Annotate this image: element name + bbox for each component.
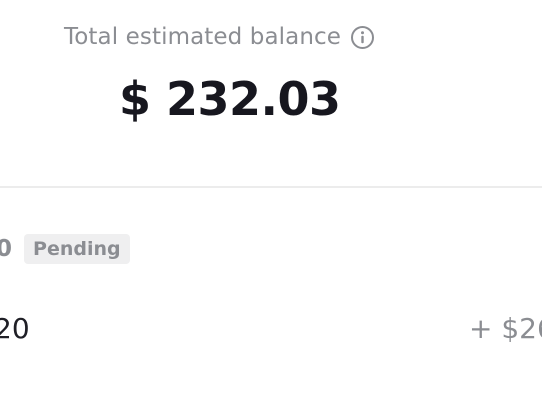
balance-label: Total estimated balance — [64, 24, 341, 50]
balance-amount: $ 232.03 — [119, 72, 341, 126]
divider — [0, 186, 542, 188]
entry-left-value: 20 — [0, 312, 30, 345]
balance-header: Total estimated balance — [64, 20, 375, 54]
pending-row-value: 0 — [0, 236, 13, 262]
pending-row[interactable]: 0 Pending — [0, 233, 130, 265]
pending-badge: Pending — [24, 234, 130, 264]
info-icon[interactable] — [350, 25, 375, 50]
entry-right-amount: + $26 — [469, 312, 542, 345]
